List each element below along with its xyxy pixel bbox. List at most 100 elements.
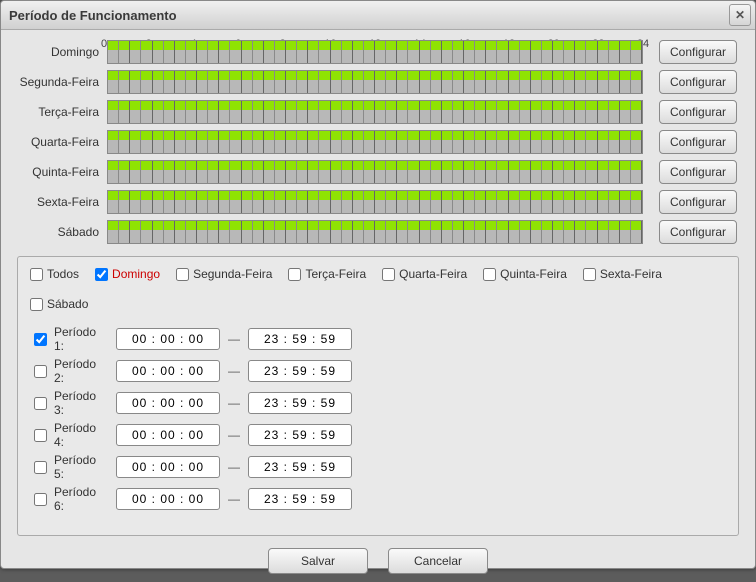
period-checkbox[interactable] [34, 429, 47, 442]
check-segunda: Segunda-Feira [176, 267, 272, 281]
day-label: Domingo [17, 45, 107, 59]
dialog-footer: Salvar Cancelar [17, 548, 739, 574]
cancel-button[interactable]: Cancelar [388, 548, 488, 574]
period-end-input[interactable] [248, 424, 352, 446]
dialog-window: Período de Funcionamento ✕ 0 2 4 6 8 10 … [0, 0, 756, 569]
hour-grid [108, 41, 642, 63]
period-start-input[interactable] [116, 392, 220, 414]
checkbox-domingo[interactable] [95, 268, 108, 281]
hour-grid [108, 191, 642, 213]
period-start-input[interactable] [116, 360, 220, 382]
period-row-4: Período 4: — [30, 421, 726, 449]
schedule-row-sabado: Sábado Configurar [17, 220, 739, 244]
range-dash: — [228, 428, 240, 442]
schedule-row-domingo: Domingo Configurar [17, 40, 739, 64]
checkbox-label: Quinta-Feira [500, 267, 567, 281]
schedule-bar[interactable] [107, 130, 643, 154]
period-label: Período 5: [54, 453, 108, 481]
check-todos: Todos [30, 267, 79, 281]
period-start-input[interactable] [116, 424, 220, 446]
day-checkboxes: Todos Domingo Segunda-Feira Terça-Feira … [30, 267, 726, 311]
range-dash: — [228, 364, 240, 378]
save-button[interactable]: Salvar [268, 548, 368, 574]
schedule-bar[interactable] [107, 190, 643, 214]
schedule-bar[interactable] [107, 40, 643, 64]
period-checkbox[interactable] [34, 397, 47, 410]
period-label: Período 1: [54, 325, 108, 353]
checkbox-sexta[interactable] [583, 268, 596, 281]
schedule-bar[interactable] [107, 100, 643, 124]
schedule-row-terca: Terça-Feira Configurar [17, 100, 739, 124]
schedule-row-quarta: Quarta-Feira Configurar [17, 130, 739, 154]
config-panel: Todos Domingo Segunda-Feira Terça-Feira … [17, 256, 739, 536]
period-list: Período 1: — Período 2: — Período 3: — [30, 325, 726, 513]
day-label: Quarta-Feira [17, 135, 107, 149]
hour-grid [108, 221, 642, 243]
range-dash: — [228, 460, 240, 474]
period-label: Período 3: [54, 389, 108, 417]
schedule-chart: 0 2 4 6 8 10 12 14 16 18 20 22 24 Doming… [17, 38, 739, 244]
period-row-2: Período 2: — [30, 357, 726, 385]
hour-grid [108, 71, 642, 93]
checkbox-segunda[interactable] [176, 268, 189, 281]
period-start-input[interactable] [116, 456, 220, 478]
configure-button[interactable]: Configurar [659, 70, 737, 94]
range-dash: — [228, 492, 240, 506]
check-quinta: Quinta-Feira [483, 267, 567, 281]
configure-button[interactable]: Configurar [659, 160, 737, 184]
period-start-input[interactable] [116, 488, 220, 510]
check-sexta: Sexta-Feira [583, 267, 662, 281]
checkbox-quinta[interactable] [483, 268, 496, 281]
period-end-input[interactable] [248, 360, 352, 382]
day-label: Quinta-Feira [17, 165, 107, 179]
checkbox-quarta[interactable] [382, 268, 395, 281]
checkbox-label: Terça-Feira [305, 267, 366, 281]
checkbox-sabado[interactable] [30, 298, 43, 311]
period-end-input[interactable] [248, 456, 352, 478]
configure-button[interactable]: Configurar [659, 40, 737, 64]
close-button[interactable]: ✕ [729, 4, 751, 26]
range-dash: — [228, 332, 240, 346]
day-label: Sábado [17, 225, 107, 239]
schedule-row-sexta: Sexta-Feira Configurar [17, 190, 739, 214]
check-quarta: Quarta-Feira [382, 267, 467, 281]
period-end-input[interactable] [248, 392, 352, 414]
period-checkbox[interactable] [34, 333, 47, 346]
schedule-row-segunda: Segunda-Feira Configurar [17, 70, 739, 94]
day-label: Segunda-Feira [17, 75, 107, 89]
configure-button[interactable]: Configurar [659, 220, 737, 244]
configure-button[interactable]: Configurar [659, 130, 737, 154]
period-label: Período 2: [54, 357, 108, 385]
hour-grid [108, 131, 642, 153]
check-domingo: Domingo [95, 267, 160, 281]
period-checkbox[interactable] [34, 461, 47, 474]
check-sabado: Sábado [30, 297, 88, 311]
period-label: Período 6: [54, 485, 108, 513]
period-row-1: Período 1: — [30, 325, 726, 353]
period-checkbox[interactable] [34, 493, 47, 506]
hour-grid [108, 161, 642, 183]
checkbox-label: Domingo [112, 267, 160, 281]
period-checkbox[interactable] [34, 365, 47, 378]
schedule-row-quinta: Quinta-Feira Configurar [17, 160, 739, 184]
period-row-6: Período 6: — [30, 485, 726, 513]
configure-button[interactable]: Configurar [659, 190, 737, 214]
period-start-input[interactable] [116, 328, 220, 350]
checkbox-label: Quarta-Feira [399, 267, 467, 281]
checkbox-label: Sexta-Feira [600, 267, 662, 281]
schedule-bar[interactable] [107, 220, 643, 244]
dialog-content: 0 2 4 6 8 10 12 14 16 18 20 22 24 Doming… [1, 30, 755, 582]
checkbox-terca[interactable] [288, 268, 301, 281]
close-icon: ✕ [735, 8, 745, 22]
configure-button[interactable]: Configurar [659, 100, 737, 124]
period-end-input[interactable] [248, 328, 352, 350]
period-row-5: Período 5: — [30, 453, 726, 481]
checkbox-label: Todos [47, 267, 79, 281]
schedule-bar[interactable] [107, 70, 643, 94]
day-label: Sexta-Feira [17, 195, 107, 209]
checkbox-label: Sábado [47, 297, 88, 311]
check-terca: Terça-Feira [288, 267, 366, 281]
period-end-input[interactable] [248, 488, 352, 510]
schedule-bar[interactable] [107, 160, 643, 184]
checkbox-todos[interactable] [30, 268, 43, 281]
